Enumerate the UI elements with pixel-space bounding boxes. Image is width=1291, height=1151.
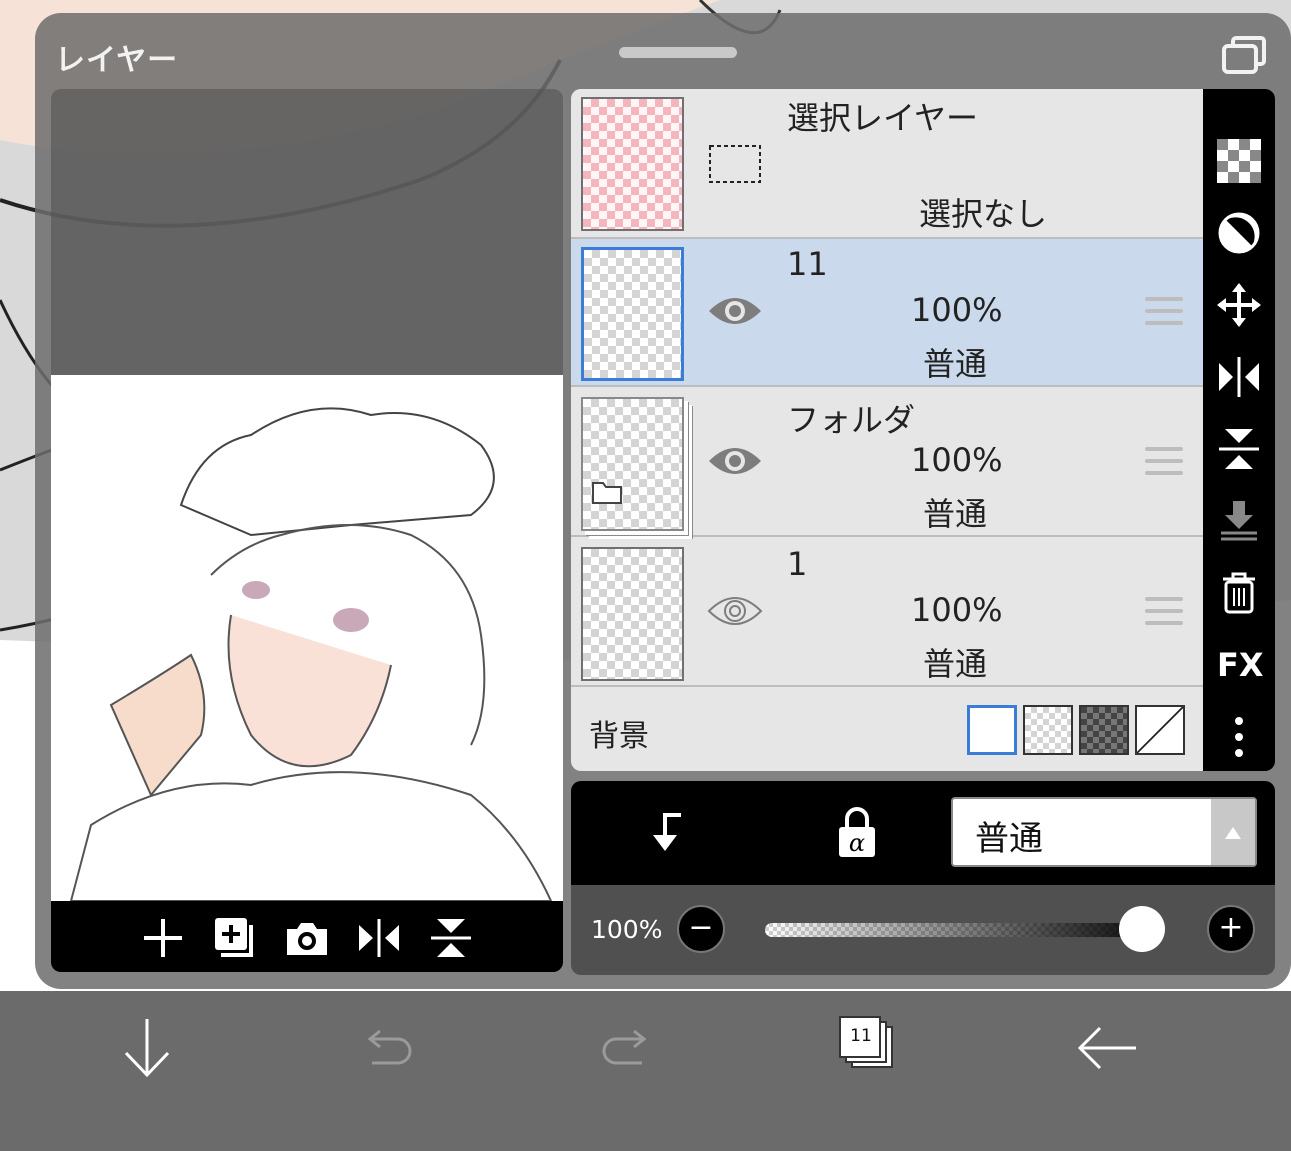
eye-icon[interactable]: [707, 441, 763, 481]
panel-title: レイヤー: [55, 43, 179, 78]
back-arrow-icon[interactable]: [1072, 1013, 1142, 1083]
selection-marquee-icon: [709, 145, 761, 183]
flip-horizontal-icon[interactable]: [355, 915, 403, 961]
layer-opacity: 100%: [911, 291, 1003, 329]
flip-vertical-icon[interactable]: [1217, 427, 1261, 471]
flip-vertical-icon[interactable]: [427, 915, 475, 961]
svg-text:α: α: [849, 829, 865, 857]
duplicate-layer-icon[interactable]: [211, 915, 259, 961]
layer-list: 選択レイヤー 選択なし 11 100% 普通 フォルダ 100% 普通 1 10…: [571, 89, 1203, 771]
layer-name: 11: [787, 245, 828, 283]
undo-icon[interactable]: [352, 1013, 422, 1083]
layer-blend-mode: 普通: [923, 495, 988, 533]
eye-icon[interactable]: [707, 591, 763, 631]
layer-name: 1: [787, 545, 808, 583]
contrast-icon[interactable]: [1217, 211, 1261, 255]
blend-mode-bar: α 普通: [571, 781, 1275, 885]
layer-row[interactable]: フォルダ 100% 普通: [571, 389, 1203, 537]
background-label: 背景: [589, 719, 649, 754]
background-row: 背景: [571, 689, 1203, 771]
layer-name: 選択レイヤー: [787, 99, 979, 137]
arrow-down-icon[interactable]: [112, 1013, 182, 1083]
drag-handle-icon[interactable]: [1145, 297, 1183, 327]
layer-opacity: 100%: [911, 441, 1003, 479]
window-toggle-icon[interactable]: [1221, 35, 1267, 75]
chevron-up-icon: [1211, 799, 1255, 865]
panel-drag-handle[interactable]: [619, 47, 737, 58]
layer-thumbnail: [581, 97, 684, 231]
merge-down-icon[interactable]: [1217, 499, 1261, 543]
layer-row[interactable]: 1 100% 普通: [571, 539, 1203, 687]
opacity-decrease-button[interactable]: −: [677, 905, 725, 953]
drag-handle-icon[interactable]: [1145, 597, 1183, 627]
checker-icon[interactable]: [1217, 139, 1261, 183]
layers-button[interactable]: 11: [836, 1013, 906, 1083]
camera-icon[interactable]: [283, 915, 331, 961]
layer-name: フォルダ: [787, 401, 916, 439]
layer-panel: レイヤー 選択レイヤー 選択なし 11 100% 普通 フォルダ 100% 普通…: [35, 13, 1291, 989]
fx-icon[interactable]: FX: [1217, 643, 1264, 687]
drag-handle-icon[interactable]: [1145, 447, 1183, 477]
clip-arrow-icon[interactable]: [645, 809, 689, 857]
preview-toolbar: [51, 901, 563, 972]
canvas-preview[interactable]: [51, 89, 563, 972]
layer-count: 11: [850, 1026, 872, 1046]
layer-thumbnail: [581, 247, 684, 381]
bottom-toolbar: 11: [0, 991, 1291, 1151]
layer-thumbnail: [581, 547, 684, 681]
opacity-bar: 100% − +: [571, 885, 1275, 975]
selection-status: 選択なし: [919, 195, 1048, 233]
move-icon[interactable]: [1217, 283, 1261, 327]
opacity-label: 100%: [591, 915, 663, 944]
layer-tools-sidebar: FX: [1203, 89, 1275, 771]
background-white-swatch[interactable]: [967, 705, 1017, 755]
selection-layer-row[interactable]: 選択レイヤー 選択なし: [571, 89, 1203, 239]
more-icon[interactable]: [1217, 715, 1261, 759]
background-none-swatch[interactable]: [1135, 705, 1185, 755]
eye-icon[interactable]: [707, 291, 763, 331]
opacity-slider[interactable]: [765, 923, 1165, 937]
background-checker-light-swatch[interactable]: [1023, 705, 1073, 755]
layer-blend-mode: 普通: [923, 345, 988, 383]
redo-icon[interactable]: [592, 1013, 662, 1083]
layer-blend-mode: 普通: [923, 645, 988, 683]
background-checker-dark-swatch[interactable]: [1079, 705, 1129, 755]
add-layer-icon[interactable]: [139, 915, 187, 961]
layer-thumbnail: [581, 397, 684, 531]
layer-row[interactable]: 11 100% 普通: [571, 239, 1203, 387]
flip-horizontal-icon[interactable]: [1217, 355, 1261, 399]
folder-icon: [592, 482, 622, 504]
opacity-increase-button[interactable]: +: [1207, 905, 1255, 953]
layer-opacity: 100%: [911, 591, 1003, 629]
blend-mode-value: 普通: [975, 819, 1043, 859]
alpha-lock-icon[interactable]: α: [835, 807, 879, 859]
blend-mode-select[interactable]: 普通: [951, 797, 1257, 867]
opacity-slider-thumb[interactable]: [1119, 906, 1165, 952]
trash-icon[interactable]: [1217, 571, 1261, 615]
preview-image: [51, 375, 563, 901]
